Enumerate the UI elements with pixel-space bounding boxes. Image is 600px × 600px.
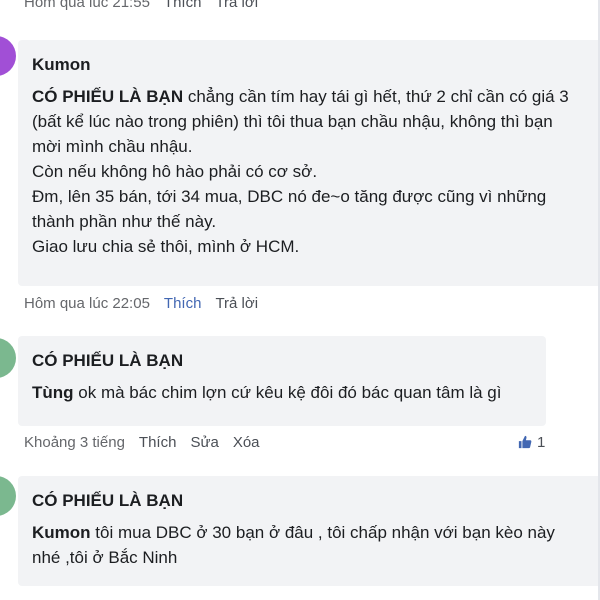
- comment-text-line: nhé ,tôi ở Bắc Ninh: [32, 548, 178, 567]
- comment-timestamp[interactable]: Hôm qua lúc 21:55: [24, 0, 150, 11]
- comment-text-line: Giao lưu chia sẻ thôi, mình ở HCM.: [32, 237, 300, 256]
- like-link[interactable]: Thích: [164, 295, 202, 312]
- comment-text: tôi mua DBC ở 30 bạn ở đâu , tôi chấp nh…: [90, 523, 555, 542]
- comment-text: chẳng cần tím hay tái gì hết, thứ 2 chỉ …: [183, 87, 569, 106]
- comment-timestamp[interactable]: Hôm qua lúc 22:05: [24, 295, 150, 312]
- comment-author[interactable]: Kumon: [32, 52, 586, 78]
- mention-link[interactable]: CÓ PHIẾU LÀ BẠN: [32, 87, 183, 106]
- avatar[interactable]: [0, 476, 16, 516]
- comment-actions: Hôm qua lúc 22:05 Thích Trả lời: [24, 293, 272, 313]
- mention-link[interactable]: Kumon: [32, 523, 91, 542]
- comment-timestamp[interactable]: Khoảng 3 tiếng: [24, 434, 125, 451]
- comment-text-line: Tùng ok mà bác chim lợn cứ kêu kệ đôi đó…: [32, 380, 532, 405]
- comment-text-line: Kumon tôi mua DBC ở 30 bạn ở đâu , tôi c…: [32, 520, 586, 545]
- reply-link[interactable]: Trả lời: [215, 0, 258, 11]
- comment-bubble: CÓ PHIẾU LÀ BẠN Tùng ok mà bác chim lợn …: [18, 336, 546, 426]
- comment-bubble: CÓ PHIẾU LÀ BẠN Kumon tôi mua DBC ở 30 b…: [18, 476, 600, 586]
- thumbs-up-icon: [518, 435, 532, 449]
- comment-text: ok mà bác chim lợn cứ kêu kệ đôi đó bác …: [73, 383, 502, 402]
- comment-author[interactable]: CÓ PHIẾU LÀ BẠN: [32, 488, 586, 514]
- comment-text-line: thành phần như thế này.: [32, 212, 217, 231]
- comment-text-line: Đm, lên 35 bán, tới 34 mua, DBC nó đe~o …: [32, 187, 547, 206]
- like-link[interactable]: Thích: [164, 0, 202, 11]
- comment-bubble: Kumon CÓ PHIẾU LÀ BẠN chẳng cần tím hay …: [18, 40, 600, 286]
- like-counter[interactable]: 1: [518, 432, 545, 452]
- previous-comment-actions: Hôm qua lúc 21:55 Thích Trả lời: [24, 0, 272, 12]
- comment-author[interactable]: CÓ PHIẾU LÀ BẠN: [32, 348, 532, 374]
- comment-text-line: (bất kể lúc nào trong phiên) thì tôi thu…: [32, 112, 553, 131]
- like-count: 1: [537, 433, 546, 451]
- comment-text-line: mời mình chầu nhậu.: [32, 137, 193, 156]
- avatar[interactable]: [0, 36, 16, 76]
- avatar[interactable]: [0, 338, 16, 378]
- delete-link[interactable]: Xóa: [233, 434, 260, 451]
- edit-link[interactable]: Sửa: [190, 434, 218, 451]
- like-link[interactable]: Thích: [139, 434, 177, 451]
- comment-text-line: CÓ PHIẾU LÀ BẠN chẳng cần tím hay tái gì…: [32, 84, 586, 109]
- comment-text-line: Còn nếu không hô hào phải có cơ sở.: [32, 162, 318, 181]
- reply-link[interactable]: Trả lời: [215, 295, 258, 312]
- mention-link[interactable]: Tùng: [32, 383, 74, 402]
- comment-thread: Hôm qua lúc 21:55 Thích Trả lời Kumon CÓ…: [0, 0, 600, 600]
- comment-actions: Khoảng 3 tiếng Thích Sửa Xóa: [24, 432, 274, 452]
